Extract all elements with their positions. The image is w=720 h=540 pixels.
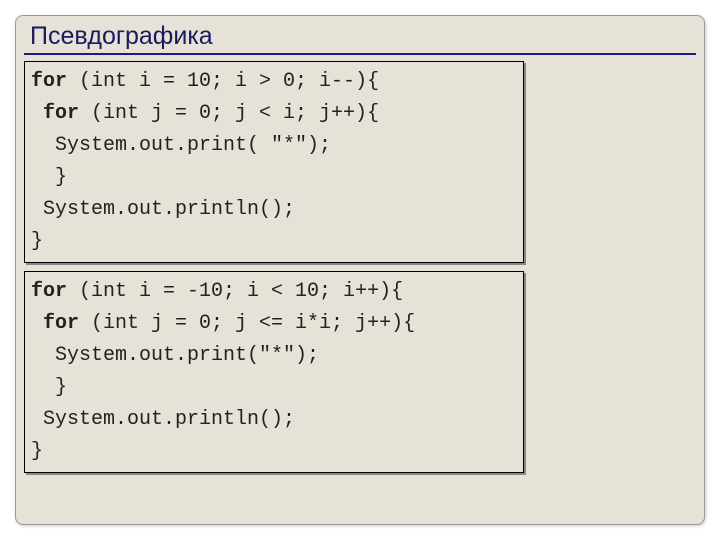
code-line: System.out.print("*"); [31,340,517,372]
keyword-for: for [31,70,67,93]
code-text: (int i = 10; i > 0; i--){ [67,70,379,93]
slide-title: Псевдографика [16,16,704,53]
code-line: System.out.print( "*"); [31,130,517,162]
code-block-1: for (int i = 10; i > 0; i--){ for (int j… [24,61,524,263]
code-line: } [31,226,517,258]
code-line: } [31,162,517,194]
slide-frame: Псевдографика for (int i = 10; i > 0; i-… [15,15,705,525]
code-line: System.out.println(); [31,404,517,436]
keyword-for: for [31,280,67,303]
code-block-2: for (int i = -10; i < 10; i++){ for (int… [24,271,524,473]
code-text: (int i = -10; i < 10; i++){ [67,280,403,303]
code-line: } [31,372,517,404]
code-line: for (int i = 10; i > 0; i--){ [31,66,517,98]
code-line: for (int i = -10; i < 10; i++){ [31,276,517,308]
code-text: (int j = 0; j <= i*i; j++){ [79,312,415,335]
keyword-for: for [31,312,79,335]
code-line: for (int j = 0; j <= i*i; j++){ [31,308,517,340]
code-line: for (int j = 0; j < i; j++){ [31,98,517,130]
keyword-for: for [31,102,79,125]
title-underline [24,53,696,55]
code-text: (int j = 0; j < i; j++){ [79,102,379,125]
code-line: System.out.println(); [31,194,517,226]
code-line: } [31,436,517,468]
